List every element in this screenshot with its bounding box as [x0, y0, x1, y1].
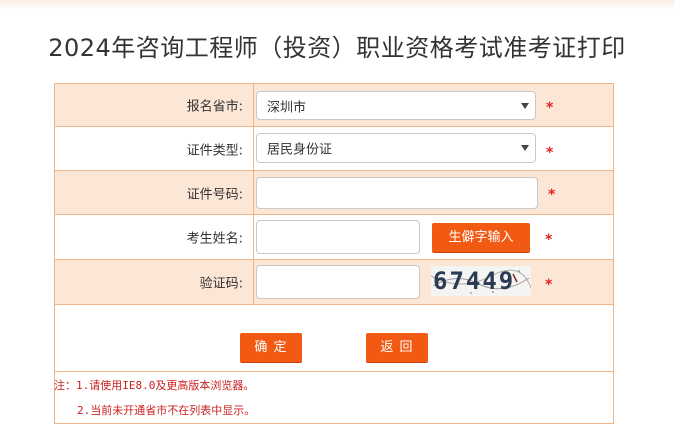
id-type-select[interactable]: 居民身份证 — [256, 133, 536, 163]
note-line-2: 2.当前未开通省市不在列表中显示。 — [77, 404, 256, 417]
name-label-cell: 考生姓名: — [55, 215, 254, 259]
required-mark: * — [548, 187, 556, 203]
name-row: 考生姓名: 生僻字输入 * — [55, 215, 613, 260]
rare-char-input-button[interactable]: 生僻字输入 — [432, 223, 530, 253]
actions-row: 确 定 返 回 注：1.请使用IE8.0及更高版本浏览器。 2.当前未开通省市不… — [54, 305, 613, 423]
captcha-label: 验证码: — [199, 276, 243, 292]
province-select-value: 深圳市 — [267, 100, 307, 115]
chevron-down-icon — [521, 145, 529, 151]
id-type-label-cell: 证件类型: — [55, 127, 254, 170]
chevron-down-icon — [521, 102, 529, 109]
id-number-row: 证件号码: * — [55, 171, 613, 215]
province-select[interactable]: 深圳市 — [256, 91, 536, 120]
required-mark: * — [546, 145, 554, 161]
required-mark: * — [545, 232, 553, 248]
name-label: 考生姓名: — [186, 231, 243, 247]
back-button[interactable]: 返 回 — [366, 333, 428, 363]
province-label: 报名省市: — [186, 99, 243, 115]
province-label-cell: 报名省市: — [55, 84, 254, 126]
notes-divider — [55, 371, 613, 372]
page-title: 2024年咨询工程师（投资）职业资格考试准考证打印 — [48, 34, 626, 62]
name-input[interactable] — [256, 220, 420, 254]
confirm-button[interactable]: 确 定 — [240, 333, 302, 363]
id-number-label: 证件号码: — [186, 187, 243, 202]
captcha-label-cell: 验证码: — [55, 260, 254, 304]
captcha-image[interactable]: 67449 — [431, 266, 531, 296]
captcha-text: 67449 — [433, 267, 516, 295]
print-form: 报名省市: 深圳市 * 证件类型: 居民身份证 * 证件号码: * 考生姓名: … — [54, 83, 614, 424]
required-mark: * — [546, 100, 554, 116]
province-row: 报名省市: 深圳市 * — [55, 84, 613, 127]
id-type-label: 证件类型: — [186, 143, 243, 158]
note-line-1: 注：1.请使用IE8.0及更高版本浏览器。 — [54, 379, 255, 392]
required-mark: * — [545, 277, 553, 293]
captcha-input[interactable] — [256, 265, 420, 299]
id-type-select-value: 居民身份证 — [267, 142, 333, 158]
id-number-input[interactable] — [256, 177, 538, 209]
top-accent-bar — [0, 0, 674, 10]
id-number-label-cell: 证件号码: — [55, 171, 254, 214]
id-type-row: 证件类型: 居民身份证 * — [55, 127, 613, 171]
